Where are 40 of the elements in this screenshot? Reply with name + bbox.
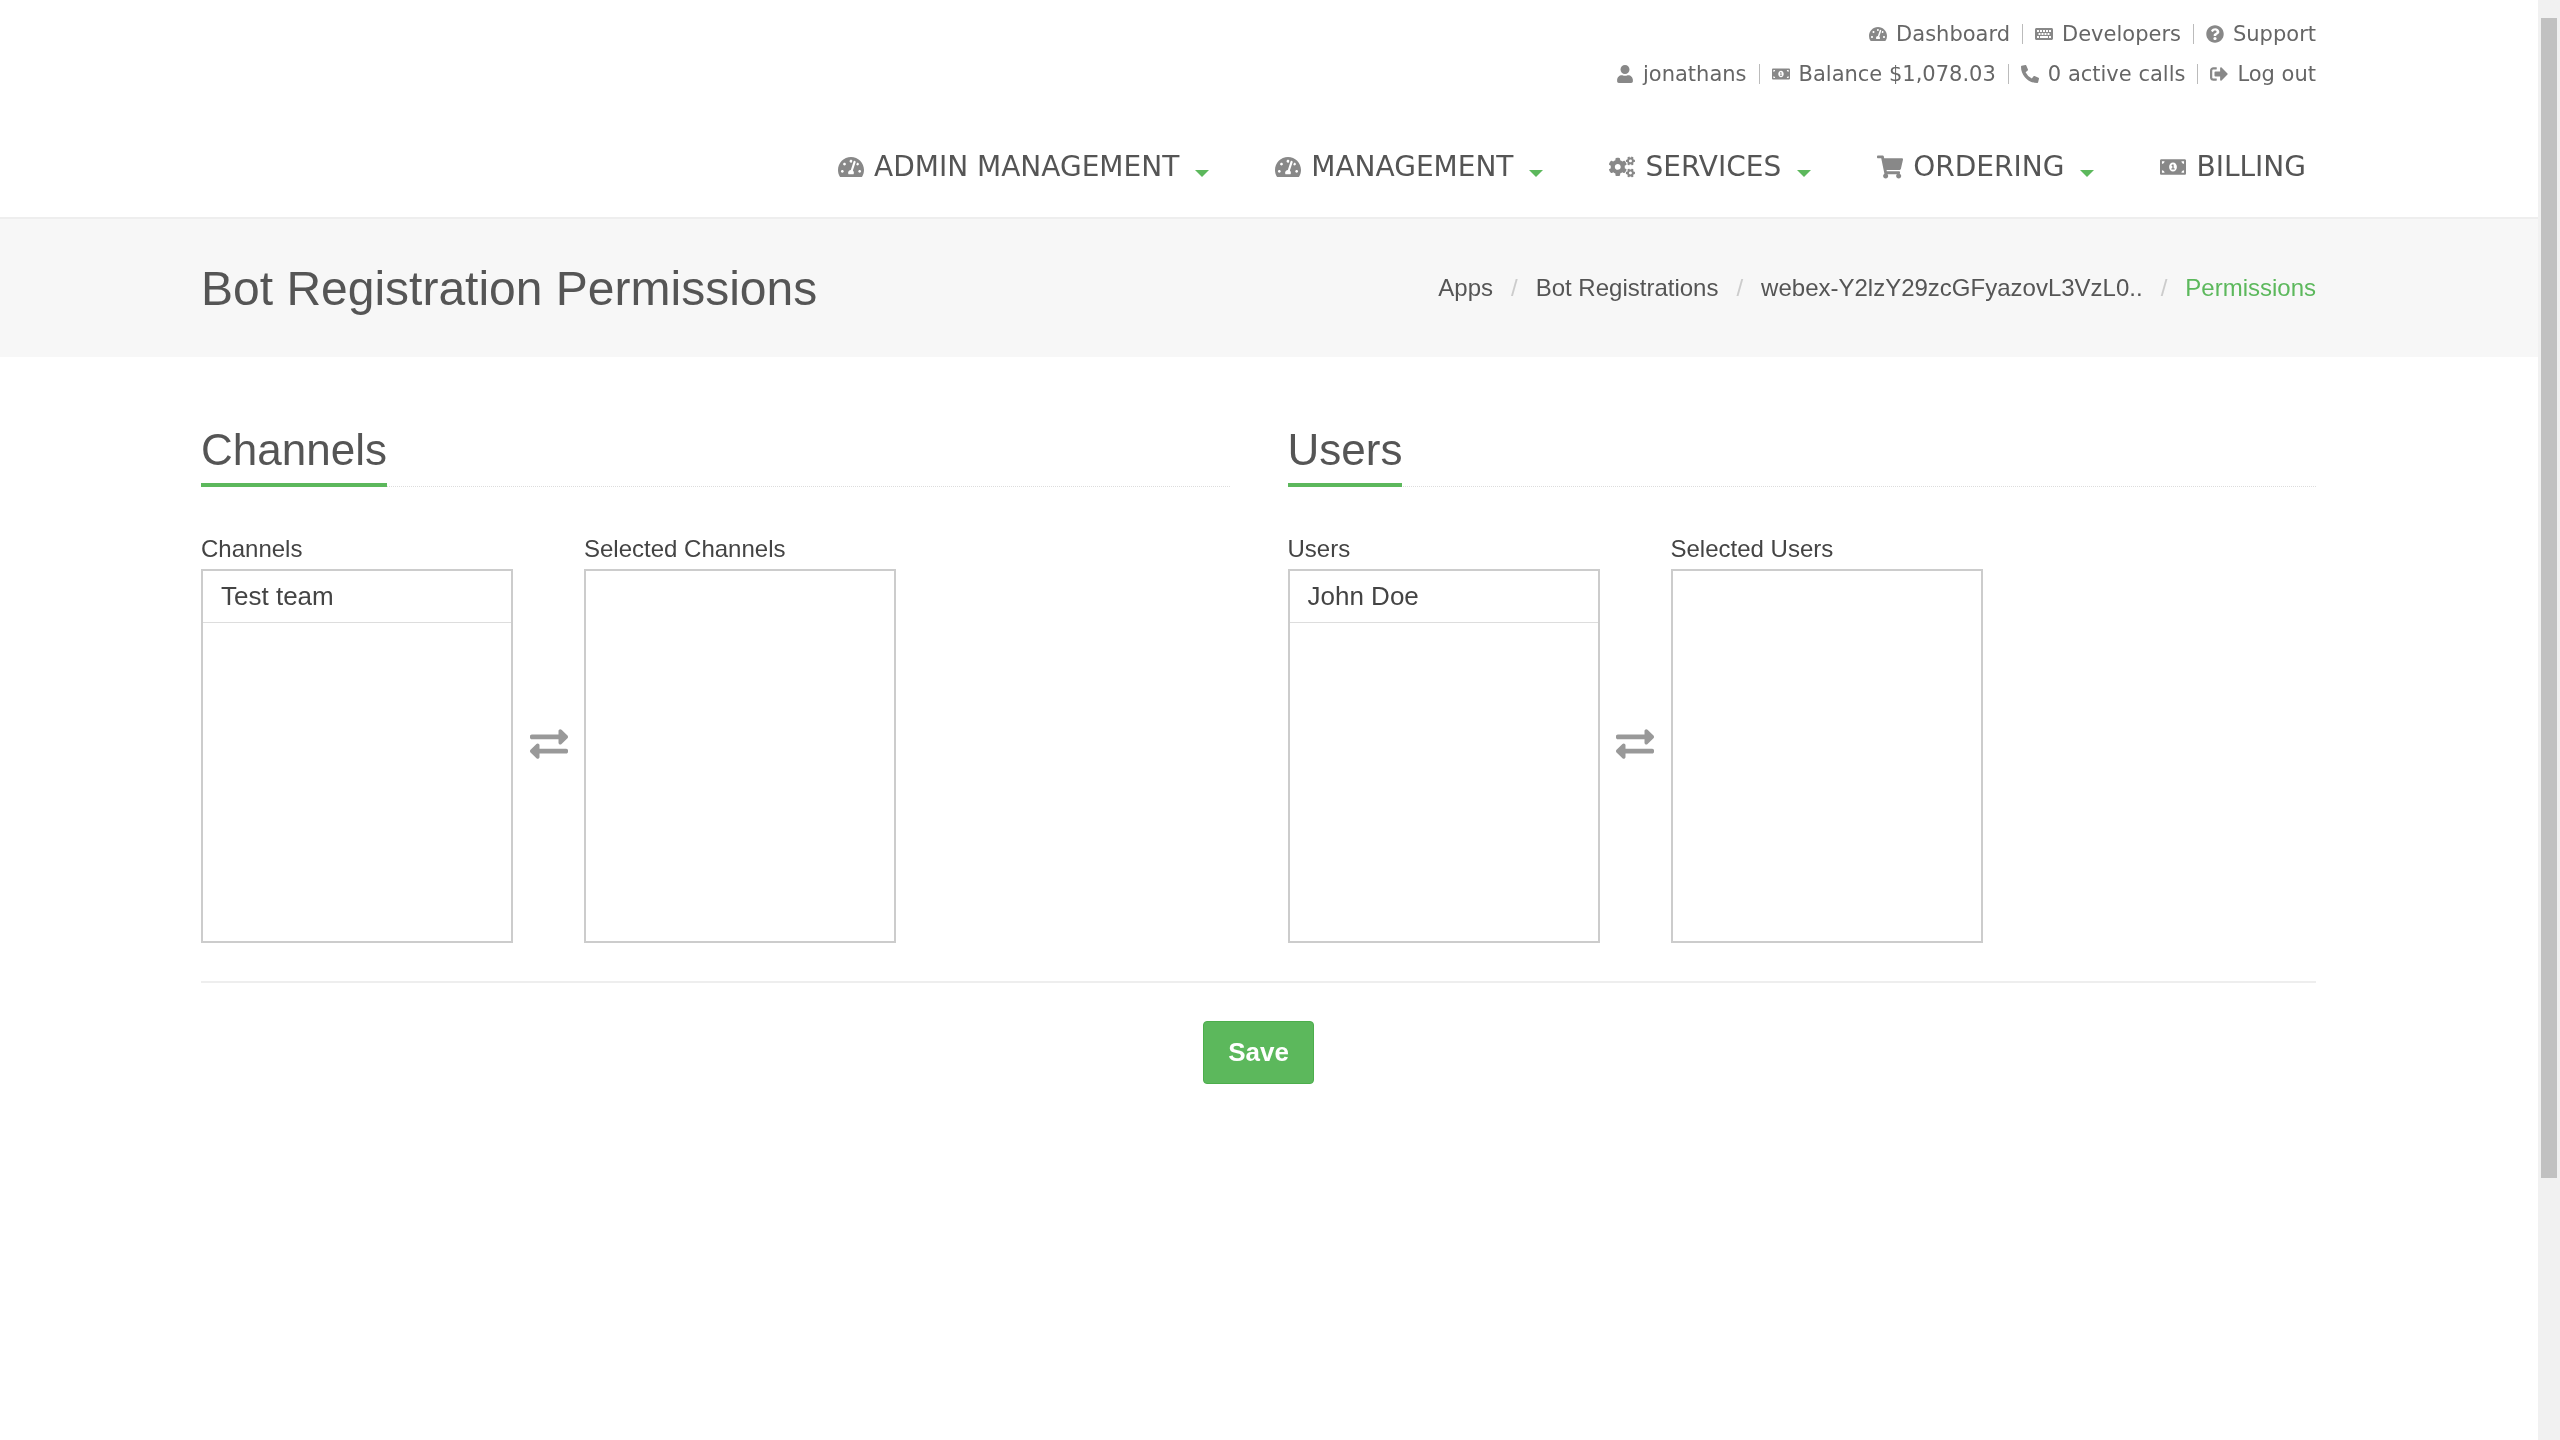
header-link[interactable]: Log out <box>2210 62 2316 86</box>
header-link[interactable]: Support <box>2206 22 2316 46</box>
page-title: Bot Registration Permissions <box>201 260 818 316</box>
nav-menu-item[interactable]: SERVICES <box>1571 142 1840 191</box>
scrollbar-thumb[interactable] <box>2541 18 2557 1178</box>
list-label: Channels <box>201 535 304 563</box>
breadcrumb-separator: / <box>1511 274 1518 302</box>
header-link[interactable]: 0 active calls <box>2020 62 2186 86</box>
list-box[interactable]: Test team <box>201 569 513 943</box>
user-icon <box>1616 65 1634 83</box>
section-heading: Channels <box>201 425 387 487</box>
header-link[interactable]: Balance $1,078.03 <box>1771 62 1996 86</box>
breadcrumb-separator: / <box>1736 274 1744 302</box>
list-box[interactable]: John Doe <box>1287 569 1600 943</box>
keyboard-icon <box>2035 25 2054 43</box>
list-box[interactable] <box>584 569 896 943</box>
list-option[interactable]: John Doe <box>1289 571 1598 623</box>
nav-menu-item[interactable]: ORDERING <box>1839 142 2123 191</box>
nav-menu-item[interactable]: MANAGEMENT <box>1237 142 1572 191</box>
cart-icon <box>1877 153 1904 180</box>
section-heading: Users <box>1287 425 1403 487</box>
scrollbar[interactable] <box>2538 0 2560 1440</box>
list-box[interactable] <box>1670 569 1983 943</box>
breadcrumb-link[interactable]: Apps <box>1438 274 1493 302</box>
phone-icon <box>2020 65 2039 83</box>
nav-menu-item[interactable]: BILLING <box>2122 142 2316 191</box>
breadcrumb-separator: / <box>2160 274 2168 302</box>
list-option[interactable]: Test team <box>203 571 511 623</box>
dashboard-icon <box>1869 25 1888 43</box>
header-link[interactable]: Developers <box>2035 22 2181 46</box>
breadcrumb-link[interactable]: Bot Registrations <box>1535 274 1719 302</box>
logout-icon <box>2210 65 2229 83</box>
help-icon <box>2206 25 2224 43</box>
nav-menu-item[interactable]: ADMIN MANAGEMENT <box>800 142 1238 191</box>
header-link[interactable]: Dashboard <box>1869 22 2011 46</box>
list-label: Users <box>1287 535 1352 563</box>
breadcrumb-link[interactable]: webex-Y2lzY29zcGFyazovL3VzL0.. <box>1761 274 2143 302</box>
header-link[interactable]: jonathans <box>1616 62 1747 86</box>
list-label: Selected Channels <box>584 535 787 563</box>
list-label: Selected Users <box>1670 535 1835 563</box>
